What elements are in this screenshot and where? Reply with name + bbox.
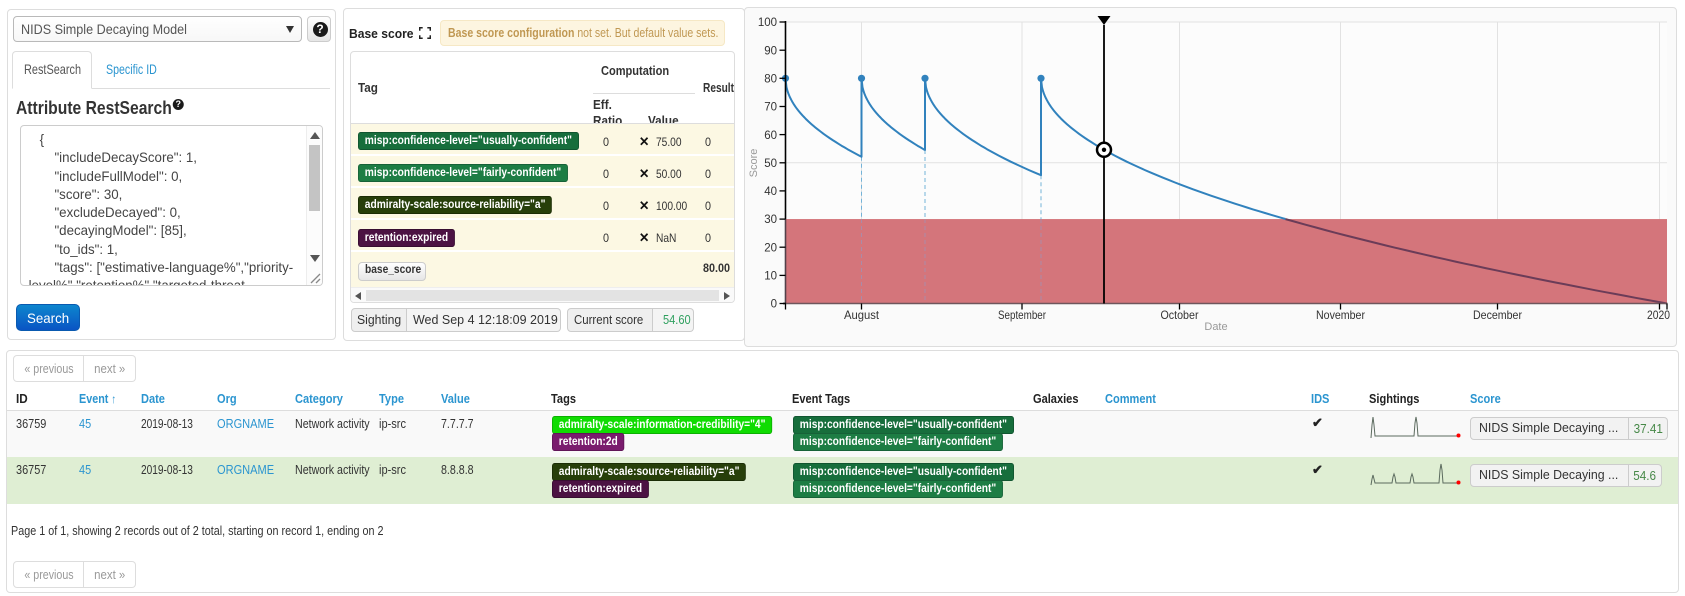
svg-text:20: 20 bbox=[764, 242, 777, 254]
svg-text:November: November bbox=[1316, 308, 1365, 322]
svg-text:2020: 2020 bbox=[1647, 308, 1670, 322]
svg-text:50: 50 bbox=[764, 158, 777, 170]
svg-text:Date: Date bbox=[1204, 321, 1227, 333]
svg-text:90: 90 bbox=[764, 45, 777, 57]
svg-text:100: 100 bbox=[758, 17, 777, 29]
svg-text:September: September bbox=[998, 308, 1046, 322]
svg-text:Score: Score bbox=[748, 149, 760, 178]
svg-text:40: 40 bbox=[764, 186, 777, 198]
svg-text:30: 30 bbox=[764, 214, 777, 226]
svg-text:August: August bbox=[844, 308, 880, 322]
svg-text:October: October bbox=[1161, 308, 1199, 322]
svg-text:0: 0 bbox=[771, 299, 777, 311]
svg-text:60: 60 bbox=[764, 130, 777, 142]
svg-text:70: 70 bbox=[764, 102, 777, 114]
svg-text:80: 80 bbox=[764, 74, 777, 86]
svg-text:10: 10 bbox=[764, 271, 777, 283]
svg-text:December: December bbox=[1473, 308, 1522, 322]
